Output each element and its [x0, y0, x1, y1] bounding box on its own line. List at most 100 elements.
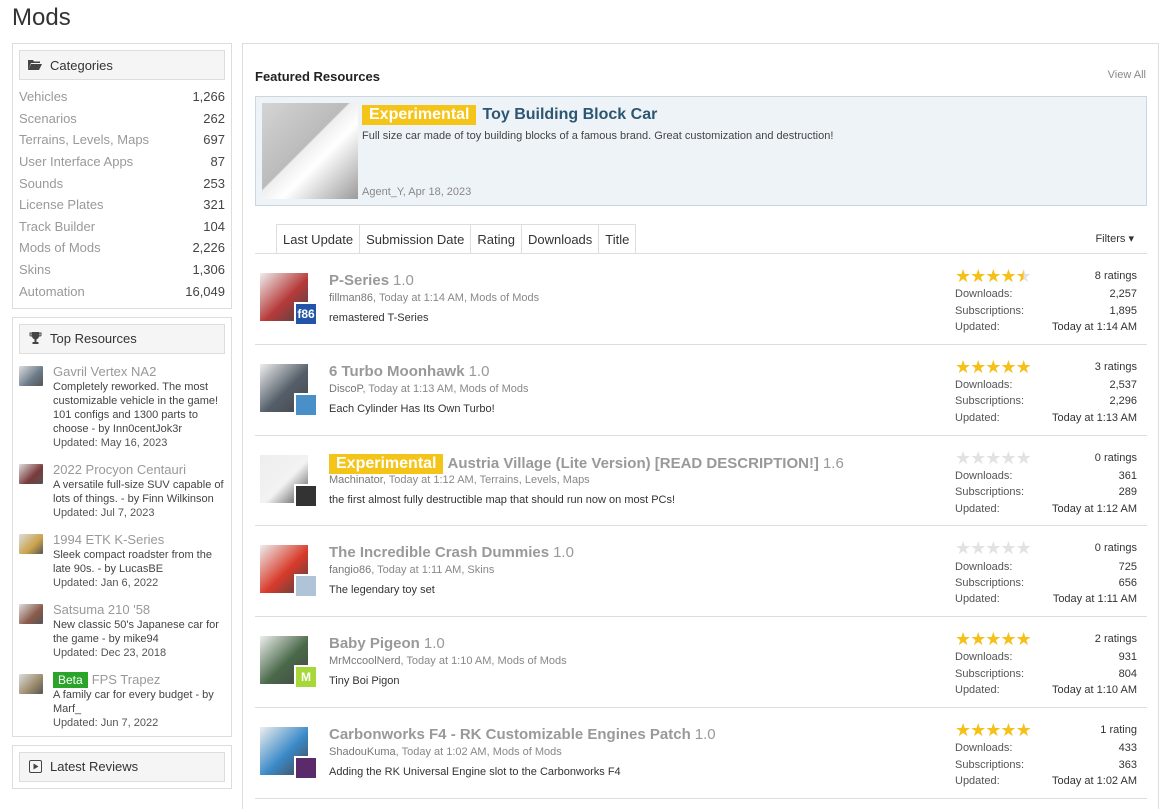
latest-reviews-header: Latest Reviews	[19, 751, 225, 782]
resource-stats: ★★★★★ 2 ratings Downloads: 931 Subscriptions…	[955, 629, 1137, 698]
top-resource-title[interactable]: FPS Trapez	[92, 672, 161, 687]
resource-title-link[interactable]: Baby Pigeon	[329, 635, 420, 652]
resource-thumbnail[interactable]	[260, 545, 318, 599]
ratings-count: 1 rating	[1100, 723, 1137, 736]
tab-last-update[interactable]: Last Update	[276, 224, 360, 254]
tab-downloads[interactable]: Downloads	[520, 224, 599, 254]
author-link[interactable]: fangio86	[329, 564, 371, 576]
top-resource-thumbnail[interactable]	[19, 603, 43, 624]
categories-block: Categories Vehicles 1,266 Scenarios 262 Terr…	[12, 43, 232, 309]
category-item[interactable]: Sounds 253	[19, 172, 225, 194]
subscriptions-value: 2,296	[1109, 395, 1137, 408]
star-icon: ★	[970, 266, 986, 286]
category-item[interactable]: Mods of Mods 2,226	[19, 237, 225, 259]
resource-title-link[interactable]: P-Series	[329, 272, 389, 289]
top-resource-title-row: Beta FPS Trapez	[53, 671, 225, 688]
top-resource-body: 1994 ETK K-Series Sleek compact roadster …	[53, 532, 225, 590]
tab-rating[interactable]: Rating	[470, 224, 521, 254]
resource-title-link[interactable]: The Incredible Crash Dummies	[329, 544, 549, 561]
filters-dropdown[interactable]: Filters ▾	[1095, 232, 1134, 245]
category-item[interactable]: Scenarios 262	[19, 108, 225, 130]
top-resource-item[interactable]: Satsuma 210 '58 New classic 50's Japanese…	[19, 602, 225, 660]
resource-title-row: 6 Turbo Moonhawk 1.0	[329, 363, 489, 380]
author-avatar[interactable]: M	[294, 665, 318, 690]
category-item[interactable]: Track Builder 104	[19, 216, 225, 238]
top-resource-title[interactable]: Satsuma 210 '58	[53, 602, 150, 617]
author-link[interactable]: DiscoP	[329, 383, 362, 395]
category-count: 16,049	[185, 283, 225, 299]
author-avatar[interactable]: f86	[294, 302, 318, 326]
resource-thumbnail[interactable]	[260, 454, 318, 508]
resource-thumbnail[interactable]: f86	[260, 273, 318, 326]
author-avatar[interactable]	[294, 755, 318, 780]
top-resource-item[interactable]: Beta FPS Trapez A family car for every bud…	[19, 671, 225, 730]
category-item[interactable]: License Plates 321	[19, 194, 225, 216]
downloads-label: Downloads:	[955, 469, 1013, 482]
resource-title-link[interactable]: 6 Turbo Moonhawk	[329, 363, 465, 380]
top-resource-item[interactable]: 1994 ETK K-Series Sleek compact roadster …	[19, 532, 225, 590]
resource-tagline: Each Cylinder Has Its Own Turbo!	[329, 402, 495, 415]
resource-meta: fangio86, Today at 1:11 AM, Skins	[329, 564, 494, 576]
top-resource-thumbnail[interactable]	[19, 673, 43, 694]
author-avatar[interactable]	[294, 574, 318, 599]
top-resource-thumbnail[interactable]	[19, 463, 43, 484]
author-link[interactable]: MrMccoolNerd	[329, 655, 401, 667]
resource-thumbnail[interactable]	[260, 363, 318, 417]
star-icon: ★	[1015, 447, 1032, 468]
category-name[interactable]: Terrains, Levels, Maps	[19, 132, 149, 147]
author-link[interactable]: ShadouKuma	[329, 746, 396, 758]
category-item[interactable]: User Interface Apps 87	[19, 151, 225, 173]
top-resource-title[interactable]: Gavril Vertex NA2	[53, 364, 156, 379]
top-resource-thumbnail[interactable]	[19, 533, 43, 554]
category-name[interactable]: Mods of Mods	[19, 240, 101, 255]
category-name[interactable]: Vehicles	[19, 89, 67, 104]
top-resource-item[interactable]: 2022 Procyon Centauri A versatile full-si…	[19, 462, 225, 520]
view-all-link[interactable]: View All	[1108, 69, 1146, 81]
author-avatar[interactable]	[294, 483, 318, 508]
ratings-count: 3 ratings	[1094, 360, 1137, 373]
category-item[interactable]: Skins 1,306	[19, 259, 225, 281]
top-resource-updated: Updated: Dec 23, 2018	[53, 646, 167, 659]
resource-thumbnail[interactable]: M	[260, 636, 318, 690]
updated-row: Updated: Today at 1:13 AM	[955, 410, 1137, 426]
top-resource-title[interactable]: 2022 Procyon Centauri	[53, 462, 186, 477]
category-name[interactable]: Sounds	[19, 176, 63, 191]
featured-thumbnail[interactable]	[262, 103, 358, 199]
featured-resource[interactable]: Experimental Toy Building Block Car Full…	[255, 96, 1147, 206]
star-icon: ★	[1015, 629, 1032, 650]
category-name[interactable]: Skins	[19, 262, 51, 277]
resource-title-link[interactable]: Austria Village (Lite Version) [READ DES…	[447, 455, 818, 472]
downloads-value: 2,257	[1109, 288, 1137, 301]
star-icon: ★	[985, 719, 1001, 740]
category-name[interactable]: Scenarios	[19, 111, 77, 126]
tab-title[interactable]: Title	[598, 224, 637, 254]
author-link[interactable]: fillman86	[329, 292, 373, 304]
star-rating: ★★★★★	[955, 358, 1032, 376]
resource-thumbnail[interactable]	[260, 726, 318, 780]
top-resource-thumbnail[interactable]	[19, 365, 43, 386]
star-icon: ★	[970, 447, 986, 468]
top-resource-title[interactable]: 1994 ETK K-Series	[53, 532, 164, 547]
category-name[interactable]: License Plates	[19, 197, 104, 212]
top-resources-list: Gavril Vertex NA2 Completely reworked. Th…	[19, 354, 225, 730]
featured-title-row: Experimental Toy Building Block Car	[362, 105, 657, 125]
resource-meta-rest: , Today at 1:13 AM, Mods of Mods	[362, 382, 529, 395]
resource-meta-rest: , Today at 1:11 AM, Skins	[371, 564, 495, 577]
category-item[interactable]: Terrains, Levels, Maps 697	[19, 129, 225, 151]
category-name[interactable]: Track Builder	[19, 219, 95, 234]
category-item[interactable]: Automation 16,049	[19, 280, 225, 302]
category-name[interactable]: Automation	[19, 284, 85, 299]
author-avatar[interactable]	[294, 392, 318, 417]
updated-row: Updated: Today at 1:14 AM	[955, 319, 1137, 335]
star-rating: ★★★★★	[955, 266, 1032, 286]
category-name[interactable]: User Interface Apps	[19, 154, 133, 169]
resource-version: 1.0	[393, 272, 414, 289]
category-item[interactable]: Vehicles 1,266	[19, 86, 225, 108]
resource-title-link[interactable]: Carbonworks F4 - RK Customizable Engines…	[329, 726, 691, 743]
tab-submission-date[interactable]: Submission Date	[359, 224, 471, 254]
featured-title-link[interactable]: Toy Building Block Car	[482, 106, 657, 124]
top-resource-item[interactable]: Gavril Vertex NA2 Completely reworked. Th…	[19, 364, 225, 450]
downloads-label: Downloads:	[955, 651, 1013, 664]
resource-stats: ★★★★★ 8 ratings Downloads: 2,257 Subscriptio…	[955, 266, 1137, 335]
author-link[interactable]: Machinator	[329, 474, 383, 486]
